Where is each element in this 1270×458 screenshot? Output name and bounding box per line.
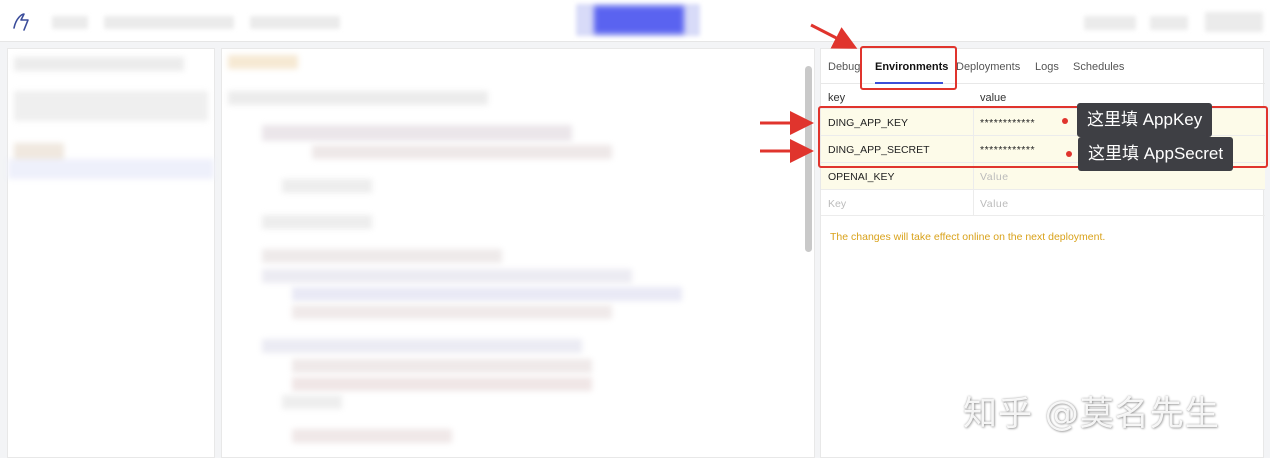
watermark: 知乎 @莫名先生 [963,394,1220,434]
appkey-callout: 这里填 AppKey [1077,103,1213,137]
callout-pointer-dot [1066,151,1072,157]
callout-pointer-dot [1062,118,1068,124]
appsecret-callout: 这里填 AppSecret [1078,137,1234,171]
arrow-to-environments-tab [810,23,858,49]
